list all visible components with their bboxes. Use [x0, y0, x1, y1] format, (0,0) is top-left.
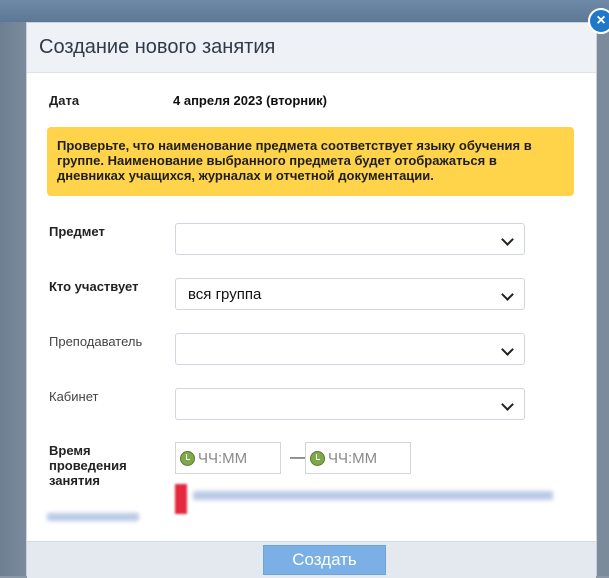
close-icon[interactable]: × — [588, 8, 609, 34]
teacher-select[interactable] — [175, 333, 525, 365]
chevron-down-icon — [501, 288, 514, 301]
dialog-footer: Создать — [27, 541, 596, 578]
time-separator: — — [290, 449, 306, 466]
error-marker — [175, 484, 187, 514]
warning-text: Проверьте, что наименование предмета соо… — [57, 138, 532, 183]
end-time-input[interactable]: ЧЧ:ММ — [305, 442, 411, 474]
participants-label: Кто участвует — [49, 279, 139, 294]
create-button[interactable]: Создать — [263, 545, 386, 575]
dialog-header: Создание нового занятия — [27, 23, 596, 73]
chevron-down-icon — [501, 343, 514, 356]
teacher-label: Преподаватель — [49, 334, 143, 349]
participants-select[interactable]: вся группа — [175, 278, 525, 310]
date-value: 4 апреля 2023 (вторник) — [173, 93, 327, 108]
room-label: Кабинет — [49, 389, 99, 404]
page-backdrop — [0, 0, 609, 22]
page-backdrop-right — [597, 22, 609, 576]
chevron-down-icon — [501, 233, 514, 246]
page-backdrop-left — [0, 22, 26, 576]
date-label: Дата — [49, 93, 80, 108]
start-time-input[interactable]: ЧЧ:ММ — [175, 442, 281, 474]
clock-icon — [180, 450, 195, 466]
clock-icon — [310, 450, 325, 466]
dialog-title: Создание нового занятия — [39, 36, 276, 58]
language-warning: Проверьте, что наименование предмета соо… — [47, 127, 574, 196]
time-label: Время проведения занятия — [49, 443, 127, 488]
obscured-text — [193, 491, 553, 500]
subject-label: Предмет — [49, 224, 105, 239]
chevron-down-icon — [501, 398, 514, 411]
create-lesson-dialog: Создание нового занятия Дата 4 апреля 20… — [26, 22, 597, 578]
obscured-text — [47, 513, 139, 521]
participants-select-value: вся группа — [188, 285, 262, 303]
subject-select[interactable] — [175, 223, 525, 255]
room-select[interactable] — [175, 388, 525, 420]
